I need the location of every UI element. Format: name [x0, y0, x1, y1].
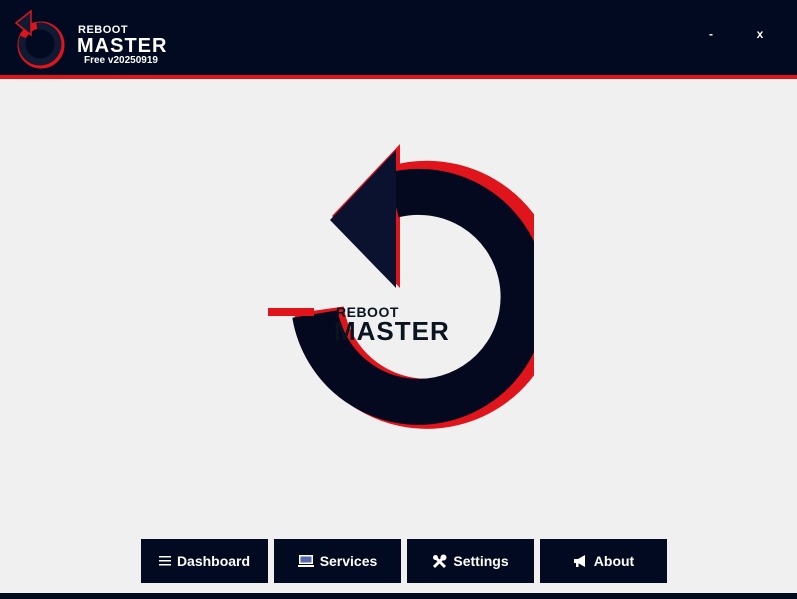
close-button[interactable]: x [745, 20, 775, 48]
title-bar-accent [0, 75, 797, 79]
app-logo-icon [14, 9, 65, 69]
app-version: Free v20250919 [84, 55, 158, 66]
minimize-button[interactable]: - [696, 20, 726, 48]
services-icon [297, 554, 314, 568]
hero-logo-icon [268, 144, 534, 429]
brand-title: MASTER [77, 35, 168, 57]
title-bar: REBOOT MASTER Free v20250919 - x [0, 0, 797, 75]
dashboard-button[interactable]: Dashboard [141, 539, 268, 583]
services-label: Services [319, 553, 378, 569]
menu-icon [158, 556, 171, 566]
bottom-bar [0, 593, 797, 599]
hero-brand-title: MASTER [334, 316, 450, 346]
tools-icon [432, 554, 447, 569]
settings-button[interactable]: Settings [407, 539, 534, 583]
megaphone-icon [573, 554, 588, 568]
about-button[interactable]: About [540, 539, 667, 583]
settings-label: Settings [453, 553, 509, 569]
dashboard-label: Dashboard [176, 553, 251, 569]
services-button[interactable]: Services [274, 539, 401, 583]
about-label: About [593, 553, 635, 569]
